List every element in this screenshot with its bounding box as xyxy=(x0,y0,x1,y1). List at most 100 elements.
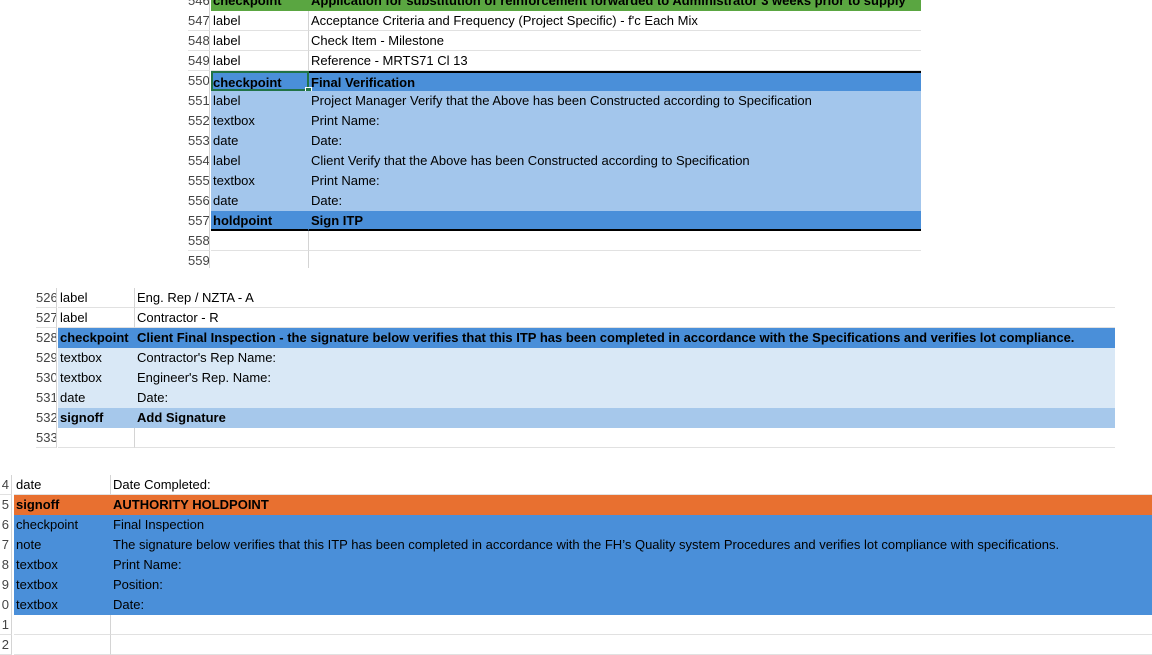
type-cell[interactable] xyxy=(14,635,111,655)
row-number[interactable]: 1 xyxy=(0,615,12,635)
row-number[interactable]: 558 xyxy=(188,231,210,251)
row-number[interactable]: 6 xyxy=(0,515,12,535)
row-number[interactable]: 2 xyxy=(0,635,12,655)
row-number[interactable]: 551 xyxy=(188,91,210,111)
content-cell[interactable]: Date: xyxy=(135,388,1115,408)
row-number[interactable]: 532 xyxy=(36,408,57,428)
row-number[interactable]: 556 xyxy=(188,191,210,211)
content-cell[interactable] xyxy=(111,615,1152,635)
sheet-row: 529 textbox Contractor's Rep Name: xyxy=(0,348,1116,368)
type-cell[interactable]: note xyxy=(14,535,111,555)
row-number[interactable]: 7 xyxy=(0,535,12,555)
type-cell[interactable]: textbox xyxy=(14,555,111,575)
content-cell[interactable]: Date: xyxy=(309,191,921,211)
row-number[interactable]: 5 xyxy=(0,495,12,515)
type-cell[interactable]: textbox xyxy=(58,368,135,388)
type-cell[interactable]: label xyxy=(211,151,309,171)
content-cell[interactable]: Position: xyxy=(111,575,1152,595)
row-number[interactable]: 4 xyxy=(0,475,12,495)
row-number[interactable]: 554 xyxy=(188,151,210,171)
content-cell[interactable]: Application for substitution of reinforc… xyxy=(309,0,921,11)
row-number[interactable]: 553 xyxy=(188,131,210,151)
row-number[interactable]: 8 xyxy=(0,555,12,575)
content-cell[interactable]: AUTHORITY HOLDPOINT xyxy=(111,495,1152,515)
content-cell[interactable]: Reference - MRTS71 Cl 13 xyxy=(309,51,921,71)
sheet-row: 551 label Project Manager Verify that the … xyxy=(0,91,921,111)
row-number[interactable]: 528 xyxy=(36,328,57,348)
row-number[interactable]: 550 xyxy=(188,71,210,91)
row-number[interactable]: 529 xyxy=(36,348,57,368)
row-number[interactable]: 548 xyxy=(188,31,210,51)
content-cell[interactable]: Print Name: xyxy=(309,171,921,191)
type-cell[interactable]: date xyxy=(14,475,111,495)
row-number[interactable]: 526 xyxy=(36,288,57,308)
row-number[interactable]: 533 xyxy=(36,428,57,448)
content-cell[interactable]: Acceptance Criteria and Frequency (Proje… xyxy=(309,11,921,31)
content-cell[interactable]: Add Signature xyxy=(135,408,1115,428)
spreadsheet-bottom: 4 date Date Completed: 5 signoff AUTHORITY HO… xyxy=(0,472,1152,655)
type-cell[interactable]: checkpoint xyxy=(211,0,309,11)
sheet-row: 0 textbox Date: xyxy=(0,595,1152,615)
type-cell[interactable]: checkpoint xyxy=(14,515,111,535)
type-cell[interactable]: label xyxy=(211,91,309,111)
content-cell[interactable]: The signature below verifies that this I… xyxy=(111,535,1152,555)
type-cell[interactable] xyxy=(14,615,111,635)
type-cell[interactable] xyxy=(58,428,135,448)
content-cell[interactable]: Date Completed: xyxy=(111,475,1152,495)
content-cell[interactable]: Client Verify that the Above has been Co… xyxy=(309,151,921,171)
row-number[interactable]: 0 xyxy=(0,595,12,615)
content-cell[interactable]: Engineer's Rep. Name: xyxy=(135,368,1115,388)
type-cell[interactable]: label xyxy=(58,308,135,328)
content-cell[interactable]: Print Name: xyxy=(309,111,921,131)
type-cell[interactable]: signoff xyxy=(14,495,111,515)
row-number[interactable]: 552 xyxy=(188,111,210,131)
type-cell[interactable]: holdpoint xyxy=(211,211,309,231)
type-cell[interactable]: label xyxy=(58,288,135,308)
sheet-row: 7 note The signature below verifies that t… xyxy=(0,535,1152,555)
content-cell[interactable] xyxy=(135,428,1115,448)
content-cell[interactable]: Contractor - R xyxy=(135,308,1115,328)
type-cell[interactable]: textbox xyxy=(211,111,309,131)
type-cell[interactable]: date xyxy=(211,191,309,211)
row-number[interactable]: 9 xyxy=(0,575,12,595)
type-cell[interactable]: date xyxy=(211,131,309,151)
content-cell[interactable] xyxy=(111,635,1152,655)
type-cell[interactable]: checkpoint xyxy=(211,71,309,91)
spreadsheet-middle: 526 label Eng. Rep / NZTA - A 527 label Contr… xyxy=(0,268,1116,472)
row-number[interactable]: 527 xyxy=(36,308,57,328)
content-cell[interactable]: Final Inspection xyxy=(111,515,1152,535)
type-cell[interactable]: label xyxy=(211,11,309,31)
content-cell[interactable]: Date: xyxy=(111,595,1152,615)
sheet-row: 1 xyxy=(0,615,1152,635)
content-cell[interactable]: Print Name: xyxy=(111,555,1152,575)
row-number[interactable]: 530 xyxy=(36,368,57,388)
sheet-row: 547 label Acceptance Criteria and Frequenc… xyxy=(0,11,921,31)
type-cell[interactable]: date xyxy=(58,388,135,408)
spreadsheet-top: 546 checkpoint Application for substitutio… xyxy=(0,0,921,271)
sheet-row: 5 signoff AUTHORITY HOLDPOINT xyxy=(0,495,1152,515)
type-cell[interactable]: checkpoint xyxy=(58,328,135,348)
type-cell[interactable] xyxy=(211,231,309,251)
row-number[interactable]: 557 xyxy=(188,211,210,231)
type-cell[interactable]: textbox xyxy=(14,595,111,615)
content-cell[interactable]: Check Item - Milestone xyxy=(309,31,921,51)
row-number[interactable]: 547 xyxy=(188,11,210,31)
row-number[interactable]: 531 xyxy=(36,388,57,408)
row-number[interactable]: 549 xyxy=(188,51,210,71)
content-cell[interactable]: Eng. Rep / NZTA - A xyxy=(135,288,1115,308)
row-number[interactable]: 546 xyxy=(188,0,210,11)
row-number[interactable]: 555 xyxy=(188,171,210,191)
type-cell[interactable]: textbox xyxy=(58,348,135,368)
type-cell[interactable]: textbox xyxy=(211,171,309,191)
content-cell[interactable]: Contractor's Rep Name: xyxy=(135,348,1115,368)
content-cell[interactable]: Sign ITP xyxy=(309,211,921,231)
content-cell[interactable] xyxy=(309,231,921,251)
type-cell[interactable]: label xyxy=(211,51,309,71)
content-cell[interactable]: Final Verification xyxy=(309,71,921,91)
content-cell[interactable]: Client Final Inspection - the signature … xyxy=(135,328,1115,348)
type-cell[interactable]: signoff xyxy=(58,408,135,428)
content-cell[interactable]: Date: xyxy=(309,131,921,151)
type-cell[interactable]: textbox xyxy=(14,575,111,595)
type-cell[interactable]: label xyxy=(211,31,309,51)
content-cell[interactable]: Project Manager Verify that the Above ha… xyxy=(309,91,921,111)
